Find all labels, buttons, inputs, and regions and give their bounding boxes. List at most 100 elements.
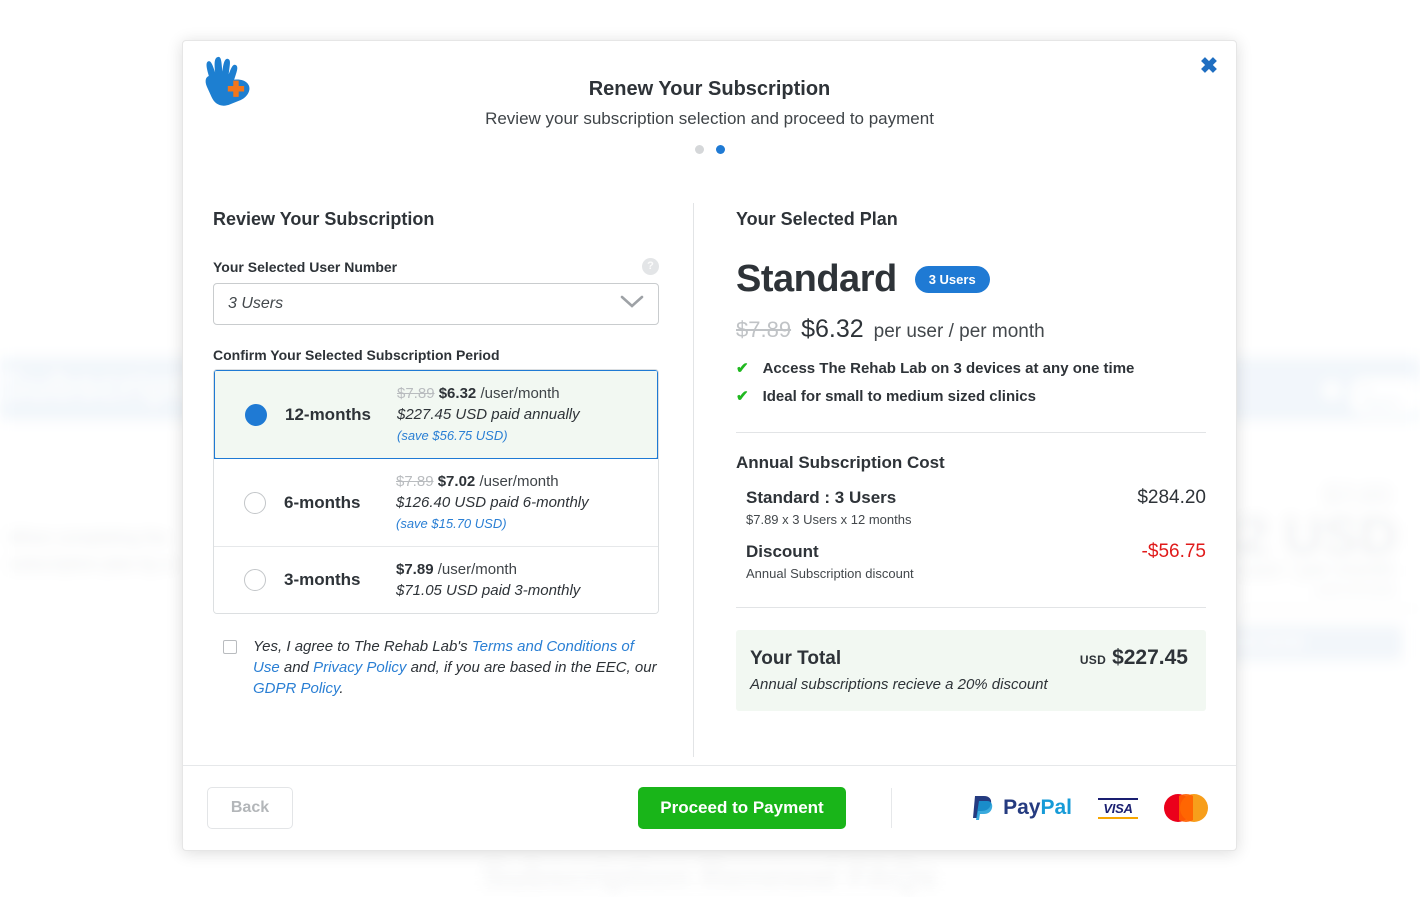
cost-row-value: -$56.75	[1142, 541, 1206, 563]
cost-row: Standard : 3 Users $284.20	[736, 487, 1206, 509]
terms-agreement: Yes, I agree to The Rehab Lab's Terms an…	[213, 636, 659, 699]
chevron-down-icon	[620, 295, 644, 314]
cost-row-value: $284.20	[1137, 487, 1206, 509]
total-box: Your Total USD $227.45 Annual subscriptio…	[736, 630, 1206, 711]
background-users-pill: 3 Users	[1350, 377, 1420, 415]
period-name-12-months: 12-months	[285, 405, 397, 425]
review-section-title: Review Your Subscription	[213, 209, 659, 230]
cost-row-note: Annual Subscription discount	[736, 566, 1206, 581]
plan-divider	[736, 432, 1206, 433]
total-label: Your Total	[750, 648, 841, 670]
total-divider	[736, 607, 1206, 608]
modal-title: Renew Your Subscription	[213, 78, 1206, 101]
modal-subtitle: Review your subscription selection and p…	[213, 109, 1206, 129]
modal-footer: Back Proceed to Payment PayPal VISA	[183, 765, 1236, 850]
total-currency: USD	[1080, 653, 1106, 667]
cost-section-title: Annual Subscription Cost	[736, 453, 1206, 473]
background-divider	[1240, 608, 1420, 609]
period-save-6: (save $15.70 USD)	[396, 513, 589, 534]
paypal-word-pal: Pal	[1040, 796, 1072, 819]
step-dot-2[interactable]	[716, 145, 725, 154]
period-paid-3: $71.05 USD paid 3-monthly	[396, 580, 580, 601]
plan-name-row: Standard 3 Users	[736, 258, 1206, 301]
cost-row: Discount -$56.75	[736, 541, 1206, 563]
cost-row-name: Standard : 3 Users	[746, 488, 896, 508]
radio-12-months[interactable]	[245, 404, 267, 426]
paypal-wordmark: PayPal	[1003, 796, 1072, 820]
check-icon: ✔	[736, 360, 749, 378]
modal-header: ✖ Renew Your Subscription Review your su…	[183, 41, 1236, 191]
back-button[interactable]: Back	[207, 787, 293, 829]
plan-users-badge: 3 Users	[915, 266, 990, 293]
footer-divider	[891, 788, 892, 828]
plan-price-unit: per user / per month	[874, 321, 1045, 343]
terms-text: Yes, I agree to The Rehab Lab's Terms an…	[253, 636, 659, 699]
user-number-label-row: Your Selected User Number ?	[213, 258, 659, 275]
plan-section-title: Your Selected Plan	[736, 209, 1206, 230]
background-help-icon: ?	[1322, 380, 1342, 400]
terms-part-3: and, if you are based in the EEC, our	[406, 659, 656, 676]
period-detail-6-months: $7.89 $7.02 /user/month $126.40 USD paid…	[396, 471, 589, 534]
user-number-label: Your Selected User Number	[213, 259, 397, 275]
period-price-12: $6.32	[439, 385, 477, 402]
total-amount: $227.45	[1112, 646, 1188, 669]
background-price-term: paid annually	[1317, 581, 1394, 596]
period-options-group: 12-months $7.89 $6.32 /user/month $227.4…	[213, 369, 659, 614]
plan-price: $6.32	[801, 315, 864, 344]
period-price-6: $7.02	[438, 473, 476, 490]
period-paid-12: $227.45 USD paid annually	[397, 404, 580, 425]
period-detail-3-months: $7.89 /user/month $71.05 USD paid 3-mont…	[396, 559, 580, 601]
cost-row-note: $7.89 x 3 Users x 12 months	[736, 512, 1206, 527]
plan-feature: ✔ Ideal for small to medium sized clinic…	[736, 388, 1206, 406]
plan-name: Standard	[736, 258, 897, 301]
terms-checkbox[interactable]	[223, 640, 237, 654]
period-old-price-6: $7.89	[396, 473, 434, 490]
period-price-unit-12: /user/month	[480, 385, 559, 402]
user-number-select[interactable]: 3 Users	[213, 283, 659, 325]
privacy-policy-link[interactable]: Privacy Policy	[313, 659, 406, 676]
terms-part-4: .	[339, 680, 343, 697]
selected-plan-column: Your Selected Plan Standard 3 Users $7.8…	[694, 191, 1206, 765]
cost-row-name: Discount	[746, 542, 819, 562]
plan-features: ✔ Access The Rehab Lab on 3 devices at a…	[736, 360, 1206, 406]
total-row: Your Total USD $227.45	[750, 646, 1188, 670]
radio-3-months[interactable]	[244, 569, 266, 591]
total-note: Annual subscriptions recieve a 20% disco…	[750, 676, 1188, 693]
proceed-to-payment-button[interactable]: Proceed to Payment	[638, 787, 846, 829]
plan-feature: ✔ Access The Rehab Lab on 3 devices at a…	[736, 360, 1206, 378]
user-number-value: 3 Users	[228, 295, 283, 313]
plan-old-price: $7.89	[736, 317, 791, 343]
review-subscription-column: Review Your Subscription Your Selected U…	[213, 191, 693, 765]
period-paid-6: $126.40 USD paid 6-monthly	[396, 492, 589, 513]
period-option-6-months[interactable]: 6-months $7.89 $7.02 /user/month $126.40…	[214, 459, 658, 547]
paypal-logo: PayPal	[971, 794, 1072, 822]
plan-feature-text: Ideal for small to medium sized clinics	[763, 388, 1036, 406]
period-name-6-months: 6-months	[284, 493, 396, 513]
visa-logo: VISA	[1098, 798, 1138, 819]
period-price-3: $7.89	[396, 561, 434, 578]
period-option-3-months[interactable]: 3-months $7.89 /user/month $71.05 USD pa…	[214, 547, 658, 613]
modal-body: Review Your Subscription Your Selected U…	[183, 191, 1236, 765]
rehab-lab-hand-plus-logo	[197, 55, 255, 117]
plan-feature-text: Access The Rehab Lab on 3 devices at any…	[763, 360, 1135, 378]
visa-wordmark: VISA	[1098, 798, 1138, 819]
period-price-unit-6: /user/month	[479, 473, 558, 490]
payment-methods: PayPal VISA	[971, 794, 1208, 822]
period-save-12: (save $56.75 USD)	[397, 425, 580, 446]
period-option-12-months[interactable]: 12-months $7.89 $6.32 /user/month $227.4…	[213, 369, 659, 460]
period-name-3-months: 3-months	[284, 570, 396, 590]
terms-part-1: Yes, I agree to The Rehab Lab's	[253, 638, 472, 655]
help-circle-icon[interactable]: ?	[642, 258, 659, 275]
period-old-price-12: $7.89	[397, 385, 435, 402]
gdpr-policy-link[interactable]: GDPR Policy	[253, 680, 339, 697]
plan-price-row: $7.89 $6.32 per user / per month	[736, 315, 1206, 344]
terms-part-2: and	[280, 659, 313, 676]
period-detail-12-months: $7.89 $6.32 /user/month $227.45 USD paid…	[397, 383, 580, 446]
step-dot-1[interactable]	[695, 145, 704, 154]
total-value-group: USD $227.45	[1080, 646, 1188, 670]
check-icon: ✔	[736, 388, 749, 406]
close-icon[interactable]: ✖	[1192, 49, 1226, 83]
mastercard-logo	[1164, 794, 1208, 822]
radio-6-months[interactable]	[244, 492, 266, 514]
period-price-unit-3: /user/month	[438, 561, 517, 578]
